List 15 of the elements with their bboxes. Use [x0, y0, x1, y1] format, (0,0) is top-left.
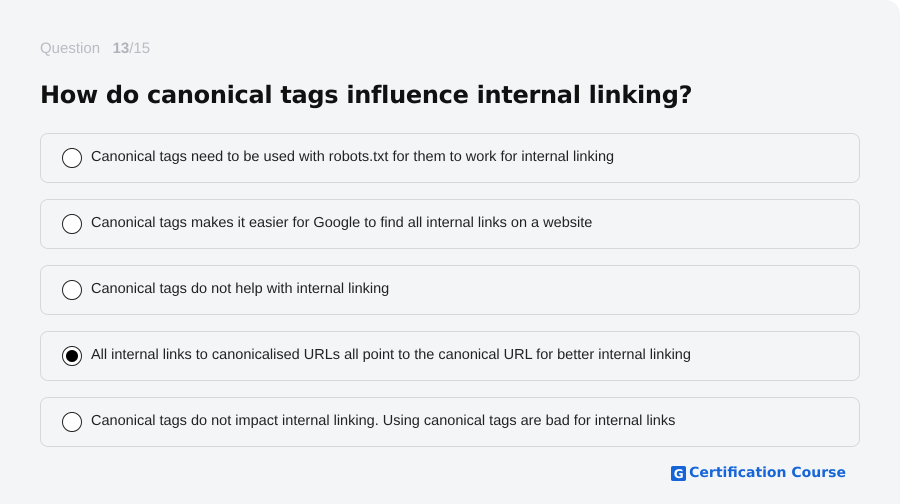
radio-button[interactable]	[62, 346, 82, 366]
radio-button[interactable]	[62, 412, 82, 432]
radio-button[interactable]	[62, 280, 82, 300]
radio-button[interactable]	[62, 148, 82, 168]
question-title: How do canonical tags influence internal linking?	[40, 80, 694, 110]
answer-option[interactable]: All internal links to canonicalised URLs all point to the canonical URL for better internal linking	[40, 331, 860, 382]
answer-option[interactable]: Canonical tags do not help with internal linking	[40, 265, 860, 316]
answer-option[interactable]: Canonical tags need to be used with robots.txt for them to work for internal linking	[40, 133, 860, 184]
question-counter: 13/15	[112, 40, 150, 57]
radio-button[interactable]	[62, 214, 82, 234]
answer-option[interactable]: Canonical tags do not impact internal linking. Using canonical tags are bad for internal links	[40, 397, 860, 448]
brand-name: Certification Course	[689, 464, 846, 484]
logo-icon: G	[671, 466, 686, 482]
answer-option[interactable]: Canonical tags makes it easier for Google to find all internal links on a website	[40, 199, 860, 250]
question-label: Question	[40, 40, 100, 57]
